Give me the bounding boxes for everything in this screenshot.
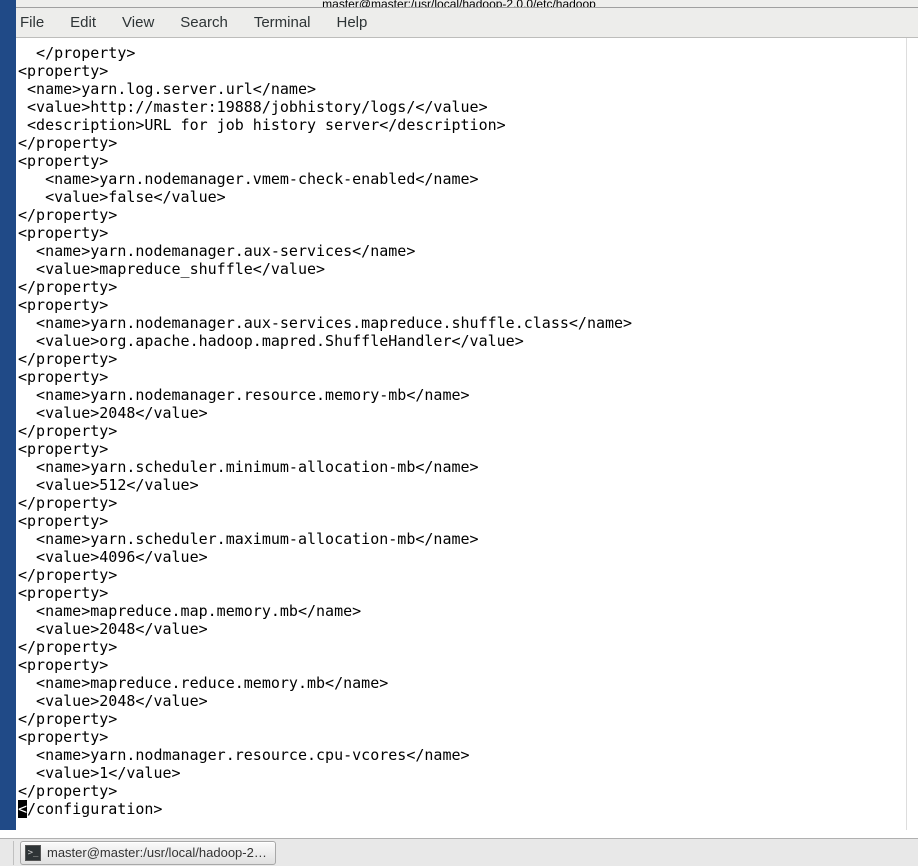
taskbar-handle-icon[interactable] [4,841,14,865]
menu-search[interactable]: Search [180,14,228,31]
taskbar: >_ master@master:/usr/local/hadoop-2… [0,838,918,866]
left-edge-stripe [0,0,16,830]
terminal-icon: >_ [25,845,41,861]
menu-file[interactable]: File [20,14,44,31]
terminal-window: master@master:/usr/local/hadoop-2.0.0/et… [0,0,918,866]
menu-view[interactable]: View [122,14,154,31]
terminal-content[interactable]: </property> <property> <name>yarn.log.se… [16,42,918,818]
cursor-icon: < [18,800,27,818]
scrollbar-icon[interactable] [906,38,918,830]
window-titlebar[interactable]: master@master:/usr/local/hadoop-2.0.0/et… [0,0,918,8]
taskbar-item-terminal[interactable]: >_ master@master:/usr/local/hadoop-2… [20,841,276,865]
terminal-viewport[interactable]: </property> <property> <name>yarn.log.se… [16,42,918,830]
menu-edit[interactable]: Edit [70,14,96,31]
window-title: master@master:/usr/local/hadoop-2.0.0/et… [322,0,596,8]
taskbar-item-label: master@master:/usr/local/hadoop-2… [47,845,267,860]
menubar: File Edit View Search Terminal Help [0,8,918,38]
menu-terminal[interactable]: Terminal [254,14,311,31]
menu-help[interactable]: Help [337,14,368,31]
